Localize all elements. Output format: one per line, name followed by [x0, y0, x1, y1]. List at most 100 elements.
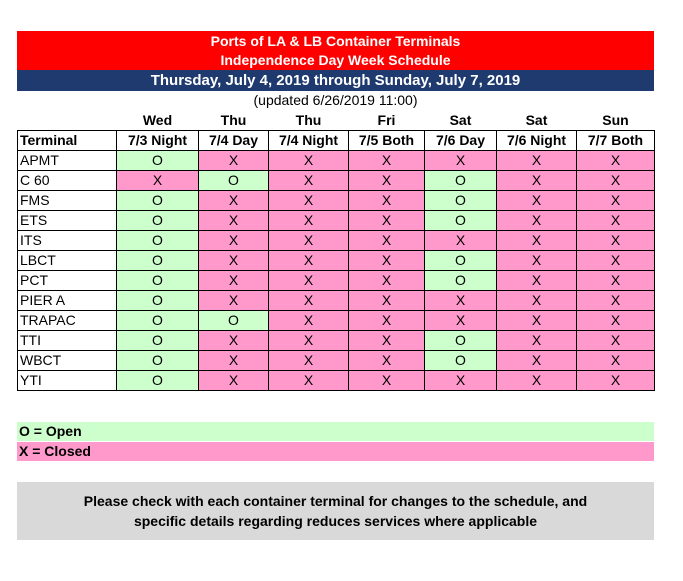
status-cell: O	[116, 270, 199, 291]
day-label	[18, 110, 117, 131]
status-cell: O	[424, 330, 497, 351]
status-cell: X	[576, 310, 655, 331]
status-cell: O	[116, 190, 199, 211]
status-cell: X	[348, 290, 425, 311]
status-cell: X	[348, 250, 425, 271]
title-banner: Ports of LA & LB Container Terminals Ind…	[17, 31, 654, 70]
status-cell: X	[198, 350, 269, 371]
table-row: TTI O X X X O X X	[17, 330, 655, 351]
status-cell: O	[116, 230, 199, 251]
terminal-name: YTI	[17, 370, 117, 391]
status-cell: X	[268, 370, 349, 391]
status-cell: X	[198, 210, 269, 231]
status-cell: O	[116, 330, 199, 351]
status-cell: X	[348, 270, 425, 291]
terminal-name: TRAPAC	[17, 310, 117, 331]
note-line-1: Please check with each container termina…	[83, 493, 588, 509]
day-label: Wed	[142, 111, 173, 128]
column-header: 7/6 Day	[424, 130, 497, 151]
terminal-name: PIER A	[17, 290, 117, 311]
terminal-name: LBCT	[17, 250, 117, 271]
table-row: APMT O X X X X X X	[17, 150, 655, 171]
status-cell: O	[116, 150, 199, 171]
status-cell: X	[348, 330, 425, 351]
status-cell: X	[424, 290, 497, 311]
terminal-name: ETS	[17, 210, 117, 231]
day-label: Sun	[602, 111, 629, 128]
status-cell: X	[268, 290, 349, 311]
column-header: 7/6 Night	[496, 130, 577, 151]
terminal-name: APMT	[17, 150, 117, 171]
status-cell: X	[496, 290, 577, 311]
column-header: 7/5 Both	[348, 130, 425, 151]
status-cell: X	[268, 190, 349, 211]
status-cell: X	[576, 190, 655, 211]
terminal-name: WBCT	[17, 350, 117, 371]
table-row: FMS O X X X O X X	[17, 190, 655, 211]
status-cell: X	[576, 250, 655, 271]
table-row: PCT O X X X O X X	[17, 270, 655, 291]
status-cell: X	[348, 350, 425, 371]
table-row: YTI O X X X X X X	[17, 370, 655, 391]
status-cell: X	[116, 170, 199, 191]
column-header: 7/3 Night	[116, 130, 199, 151]
status-cell: X	[198, 290, 269, 311]
status-cell: X	[424, 370, 497, 391]
updated-timestamp: (updated 6/26/2019 11:00)	[253, 92, 418, 108]
terminal-name: TTI	[17, 330, 117, 351]
day-label: Sat	[525, 111, 548, 128]
status-cell: X	[268, 230, 349, 251]
status-cell: O	[424, 210, 497, 231]
day-label: Fri	[377, 111, 396, 128]
legend-open: O = Open	[17, 422, 654, 441]
terminal-name: FMS	[17, 190, 117, 211]
note-line-2: specific details regarding reduces servi…	[133, 513, 538, 529]
terminal-name: PCT	[17, 270, 117, 291]
status-cell: X	[496, 350, 577, 371]
status-cell: X	[198, 270, 269, 291]
legend-closed: X = Closed	[17, 442, 654, 461]
status-cell: X	[348, 210, 425, 231]
status-cell: O	[424, 250, 497, 271]
day-label: Thu	[220, 111, 247, 128]
status-cell: X	[348, 190, 425, 211]
status-cell: X	[576, 210, 655, 231]
column-header: 7/7 Both	[576, 130, 655, 151]
status-cell: O	[424, 270, 497, 291]
status-cell: X	[496, 250, 577, 271]
status-cell: X	[496, 330, 577, 351]
status-cell: O	[116, 350, 199, 371]
date-range-banner: Thursday, July 4, 2019 through Sunday, J…	[17, 70, 654, 91]
column-header-row: Terminal 7/3 Night 7/4 Day 7/4 Night 7/5 Bot…	[17, 130, 655, 151]
table-row: TRAPAC O O X X X X X	[17, 310, 655, 331]
status-cell: X	[424, 230, 497, 251]
status-cell: X	[268, 270, 349, 291]
title-line-2: Independence Day Week Schedule	[220, 52, 451, 68]
status-cell: X	[576, 270, 655, 291]
status-cell: X	[198, 330, 269, 351]
terminal-name: C 60	[17, 170, 117, 191]
status-cell: X	[576, 230, 655, 251]
day-header-row: Wed Thu Thu Fri Sat Sat Sun	[18, 110, 655, 131]
title-line-1: Ports of LA & LB Container Terminals	[210, 33, 461, 49]
status-cell: X	[198, 370, 269, 391]
status-cell: X	[198, 150, 269, 171]
status-cell: X	[496, 230, 577, 251]
status-cell: X	[496, 310, 577, 331]
status-cell: X	[268, 150, 349, 171]
status-cell: X	[424, 310, 497, 331]
status-cell: X	[576, 350, 655, 371]
status-cell: X	[268, 170, 349, 191]
table-row: ITS O X X X X X X	[17, 230, 655, 251]
status-cell: X	[198, 230, 269, 251]
status-cell: O	[116, 310, 199, 331]
column-header: 7/4 Day	[198, 130, 269, 151]
table-row: WBCT O X X X O X X	[17, 350, 655, 371]
status-cell: X	[424, 150, 497, 171]
table-row: PIER AOXXXXXX	[17, 290, 655, 311]
status-cell: O	[116, 370, 199, 391]
status-cell: X	[268, 250, 349, 271]
status-cell: X	[576, 290, 655, 311]
column-header: 7/4 Night	[268, 130, 349, 151]
status-cell: O	[116, 250, 199, 271]
